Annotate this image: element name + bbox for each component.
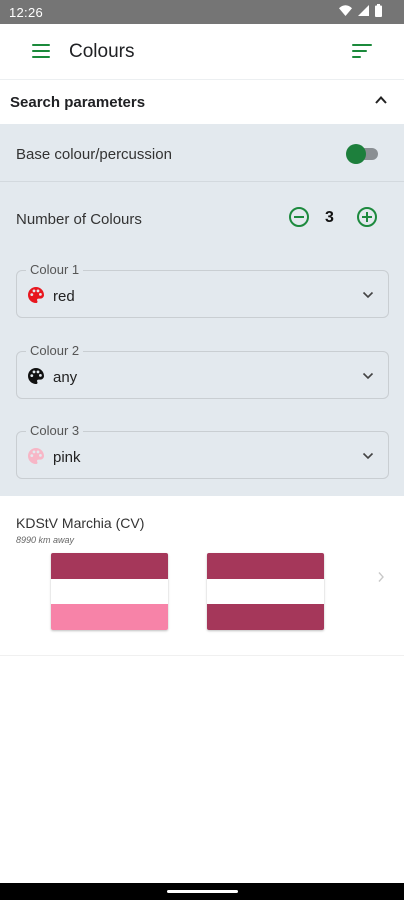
increase-count-button[interactable] [357,207,377,227]
colour-2-label: Colour 2 [26,343,84,358]
colour-2-value: any [53,369,78,386]
chevron-right-icon[interactable] [377,571,385,583]
home-gesture-handle[interactable] [167,890,238,893]
base-colour-label: Base colour/percussion [16,146,172,163]
colour-3-value: pink [53,449,81,466]
colour-1-value: red [53,288,75,305]
colour-3-label: Colour 3 [26,423,84,438]
chevron-down-icon [362,452,374,460]
result-name: KDStV Marchia (CV) [16,515,145,531]
chevron-down-icon [362,372,374,380]
system-navigation-bar [0,883,404,900]
search-parameters-header[interactable]: Search parameters [0,80,404,124]
wifi-icon [339,5,352,16]
chevron-down-icon [362,291,374,299]
colour-3-select[interactable]: Colour 3 pink [16,423,389,479]
colour-count-value: 3 [325,209,334,226]
chevron-up-icon[interactable] [374,93,388,107]
result-list-item[interactable]: KDStV Marchia (CV) 8990 km away [0,496,404,656]
status-bar: 12:26 [0,0,404,24]
battery-icon [375,4,382,17]
signal-icon [358,5,369,16]
page-title: Colours [69,41,135,62]
menu-icon[interactable] [32,44,52,60]
palette-icon [28,448,44,464]
colour-1-select[interactable]: Colour 1 red [16,262,389,318]
colour-2-select[interactable]: Colour 2 any [16,343,389,399]
result-distance: 8990 km away [16,535,75,545]
number-of-colours-label: Number of Colours [16,211,142,228]
status-time: 12:26 [9,5,44,20]
search-parameters-title: Search parameters [10,94,146,111]
decrease-count-button[interactable] [289,207,309,227]
base-colour-toggle[interactable] [346,144,380,164]
palette-icon [28,368,44,384]
palette-icon [28,287,44,303]
sort-icon[interactable] [352,44,374,60]
colour-1-label: Colour 1 [26,262,84,277]
app-bar: Colours [0,24,404,80]
flag-image [207,553,324,630]
flag-image [51,553,168,630]
status-icons [339,4,382,17]
